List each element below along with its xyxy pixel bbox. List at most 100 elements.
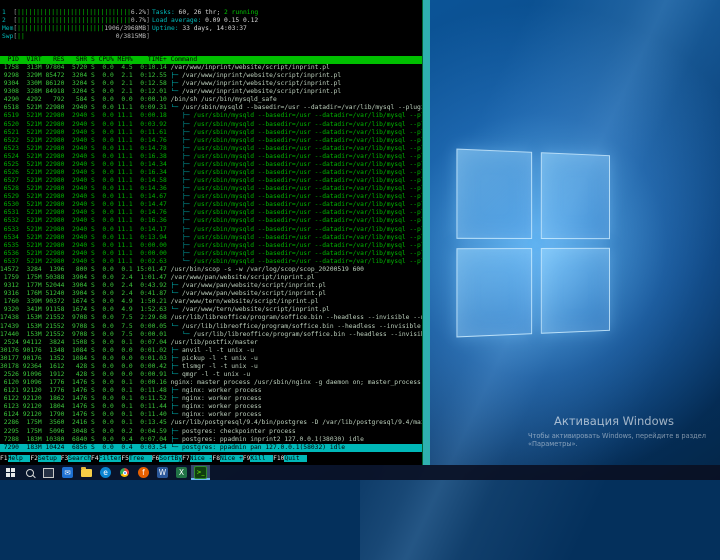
process-row[interactable]: 2286 175M 3560 2416 S 0.0 0.1 0:13.45 /u…	[0, 419, 423, 427]
process-row[interactable]: 6524 521M 22980 2940 S 0.0 11.1 0:16.38 …	[0, 153, 423, 161]
terminal-icon-glyph: >_	[194, 466, 207, 479]
fkey-Tree[interactable]: F5	[121, 455, 129, 462]
process-row[interactable]: 6122 92120 1862 1476 S 0.0 0.1 0:11.52 ├…	[0, 395, 423, 403]
fkey-label[interactable]: Help	[7, 455, 31, 462]
process-row[interactable]: 9320 341M 91158 1674 S 0.0 4.9 1:52.63 └…	[0, 306, 423, 314]
firefox-icon-glyph: f	[138, 467, 149, 478]
process-row[interactable]: 6532 521M 22980 2940 S 0.0 11.1 0:16.36 …	[0, 217, 423, 225]
htop-stats: Tasks: 60, 26 thr; 2 running Load average…	[152, 9, 258, 33]
process-row[interactable]: 6518 521M 22980 2940 S 0.0 11.1 0:09.31 …	[0, 104, 423, 112]
mail-icon-glyph: ✉	[62, 467, 73, 478]
process-row[interactable]: 7290 183M 10424 6856 S 0.0 0.4 0:03.54 └…	[0, 443, 423, 452]
fkey-label[interactable]: Tree	[128, 455, 152, 462]
fkey-label[interactable]: Search	[68, 455, 92, 462]
terminal-window[interactable]: 1 [||||||||||||||||||||||||||||||6.2%] 2 …	[0, 0, 430, 465]
process-row[interactable]: 30177 90176 1352 1084 S 0.0 0.0 0:01.03 …	[0, 355, 423, 363]
task-view-button[interactable]	[39, 465, 58, 480]
function-key-bar[interactable]: F1Help F2Setup F3SearchF4FilterF5Tree F6…	[0, 454, 423, 463]
process-row[interactable]: 6123 92120 1804 1476 S 0.0 0.1 0:11.44 ├…	[0, 403, 423, 411]
process-row[interactable]: 1759 175M 50388 3904 S 0.0 2.4 1:01.47 /…	[0, 274, 423, 282]
word-icon[interactable]: W	[153, 465, 172, 480]
process-row[interactable]: 6121 92120 1776 1476 S 0.0 0.1 0:11.48 ├…	[0, 387, 423, 395]
process-row[interactable]: 17439 153M 21552 9708 S 0.0 7.5 0:00.05 …	[0, 323, 423, 331]
chrome-logo-icon	[120, 468, 129, 477]
process-row[interactable]: 9312 177M 52044 3904 S 0.0 2.4 0:43.92 ├…	[0, 282, 423, 290]
terminal-icon[interactable]: >_	[191, 465, 210, 480]
excel-icon-glyph: X	[176, 467, 187, 478]
fkey-label[interactable]: Filter	[98, 455, 122, 462]
process-row[interactable]: 2526 91096 1912 428 S 0.0 0.0 0:00.91 └─…	[0, 371, 423, 379]
windows-logo-pane	[540, 152, 610, 239]
search-icon	[25, 468, 34, 477]
process-row[interactable]: 2524 94112 3824 1508 S 0.0 0.1 0:07.04 /…	[0, 339, 423, 347]
task-view-icon	[43, 467, 54, 478]
fkey-label[interactable]: SortBy	[159, 455, 183, 462]
process-row[interactable]: 7288 183M 10380 6840 S 0.0 0.4 0:07.04 ├…	[0, 436, 423, 444]
process-row[interactable]: 30176 90176 1348 1084 S 0.0 0.0 0:01.02 …	[0, 347, 423, 355]
process-row[interactable]: 6533 521M 22980 2940 S 0.0 11.1 0:14.17 …	[0, 226, 423, 234]
fkey-label[interactable]: Nice +	[220, 455, 243, 462]
process-row[interactable]: 6120 91096 1776 1476 S 0.0 0.1 0:00.16 n…	[0, 379, 423, 387]
meter-mem: Mem[|||||||||||||||||||||||1906/3968MB]	[2, 25, 150, 32]
fkey-Setup[interactable]: F2	[30, 455, 38, 462]
process-row[interactable]: 6531 521M 22980 2940 S 0.0 11.1 0:14.76 …	[0, 209, 423, 217]
process-row[interactable]: 6526 521M 22980 2940 S 0.0 11.1 0:16.34 …	[0, 169, 423, 177]
stat-line: Tasks: 60, 26 thr; 2 running	[152, 9, 259, 16]
fkey-label[interactable]: Kill	[250, 455, 274, 462]
chrome-icon[interactable]	[115, 465, 134, 480]
process-row[interactable]: 6520 521M 22980 2940 S 0.0 11.1 0:03.92 …	[0, 121, 423, 129]
terminal-scrollbar[interactable]	[422, 0, 430, 465]
process-row[interactable]: 9316 176M 51240 3904 S 0.0 2.4 0:41.87 └…	[0, 290, 423, 298]
start-button[interactable]	[1, 465, 20, 480]
process-row[interactable]: 17438 153M 21552 9708 S 0.0 7.5 2:29.68 …	[0, 314, 423, 322]
process-row[interactable]: 6522 521M 22980 2940 S 0.0 11.1 0:14.76 …	[0, 137, 423, 145]
fkey-label[interactable]: Setup	[37, 455, 61, 462]
process-row[interactable]: 6124 92120 1790 1476 S 0.0 0.1 0:11.40 └…	[0, 411, 423, 419]
file-explorer-icon[interactable]	[77, 465, 96, 480]
process-list: 1758 313M 97804 5720 S 0.0 4.5 0:10.14 /…	[0, 64, 423, 452]
process-row[interactable]: 6525 521M 22980 2940 S 0.0 11.1 0:14.34 …	[0, 161, 423, 169]
process-row[interactable]: 1760 339M 90372 1674 S 0.0 4.9 1:50.21 /…	[0, 298, 423, 306]
process-row[interactable]: 6534 521M 22980 2940 S 0.0 11.1 0:13.94 …	[0, 234, 423, 242]
fkey-label[interactable]: Nice -	[189, 455, 213, 462]
process-row[interactable]: 1758 313M 97804 5720 S 0.0 4.5 0:10.14 /…	[0, 64, 423, 72]
process-row[interactable]: 6529 521M 22980 2940 S 0.0 11.1 0:14.67 …	[0, 193, 423, 201]
activation-subtitle: Чтобы активировать Windows, перейдите в …	[528, 432, 706, 448]
firefox-icon[interactable]: f	[134, 465, 153, 480]
windows-logo-pane	[456, 247, 532, 338]
search-button[interactable]	[20, 465, 39, 480]
process-row[interactable]: 6523 521M 22980 2940 S 0.0 11.1 0:14.78 …	[0, 145, 423, 153]
mail-icon[interactable]: ✉	[58, 465, 77, 480]
process-row[interactable]: 2295 175M 5096 3048 S 0.0 0.2 0:04.59 ├─…	[0, 428, 423, 436]
process-row[interactable]: 6527 521M 22980 2940 S 0.0 11.1 0:14.58 …	[0, 177, 423, 185]
fkey-Filter[interactable]: F4	[91, 455, 99, 462]
process-row[interactable]: 14572 3284 1396 800 S 0.0 0.1 15:01.47 /…	[0, 266, 423, 274]
edge-icon[interactable]: e	[96, 465, 115, 480]
word-icon-glyph: W	[157, 467, 168, 478]
process-row[interactable]: 9298 329M 85472 3204 S 0.0 2.1 0:12.55 ├…	[0, 72, 423, 80]
process-row[interactable]: 9308 328M 84918 3204 S 0.0 2.1 0:12.01 └…	[0, 88, 423, 96]
process-row[interactable]: 6537 521M 22980 2940 S 0.0 11.1 0:02.63 …	[0, 258, 423, 266]
process-row[interactable]: 4290 4292 792 584 S 0.0 0.0 0:00.10 /bin…	[0, 96, 423, 104]
process-row[interactable]: 6521 521M 22980 2940 S 0.0 11.1 0:11.61 …	[0, 129, 423, 137]
process-row[interactable]: 6530 521M 22980 2940 S 0.0 11.1 0:14.47 …	[0, 201, 423, 209]
htop-cpu-memory-meters: 1 [||||||||||||||||||||||||||||||6.2%] 2 …	[2, 9, 150, 41]
process-row[interactable]: 9304 330M 86120 3204 S 0.0 2.1 0:12.58 ├…	[0, 80, 423, 88]
windows-logo-wallpaper	[456, 148, 610, 338]
stat-line: Uptime: 33 days, 14:03:37	[152, 25, 247, 32]
process-row[interactable]: 6519 521M 22980 2940 S 0.0 11.1 0:00.18 …	[0, 112, 423, 120]
process-row[interactable]: 6528 521M 22980 2940 S 0.0 11.1 0:14.36 …	[0, 185, 423, 193]
process-table-header[interactable]: PID VIRT RES SHR S CPU% MEM% TIME+ Comma…	[0, 56, 423, 64]
excel-icon[interactable]: X	[172, 465, 191, 480]
process-row[interactable]: 30178 92364 1612 428 S 0.0 0.0 0:00.42 ├…	[0, 363, 423, 371]
process-row[interactable]: 6536 521M 22980 2940 S 0.0 11.1 0:00.00 …	[0, 250, 423, 258]
fkey-Help[interactable]: F1	[0, 455, 8, 462]
process-row[interactable]: 6535 521M 22980 2940 S 0.0 11.1 0:00.00 …	[0, 242, 423, 250]
process-row[interactable]: 17440 153M 21552 9708 S 0.0 7.5 0:00.01 …	[0, 331, 423, 339]
fkey-Nice-[interactable]: F7	[182, 455, 190, 462]
fkey-Nice+[interactable]: F8	[212, 455, 220, 462]
taskbar: ✉ e f W X >_	[0, 465, 720, 480]
windows-logo-icon	[6, 468, 15, 477]
fkey-Quit[interactable]: F10	[273, 455, 284, 462]
fkey-label[interactable]: Quit	[284, 455, 308, 462]
